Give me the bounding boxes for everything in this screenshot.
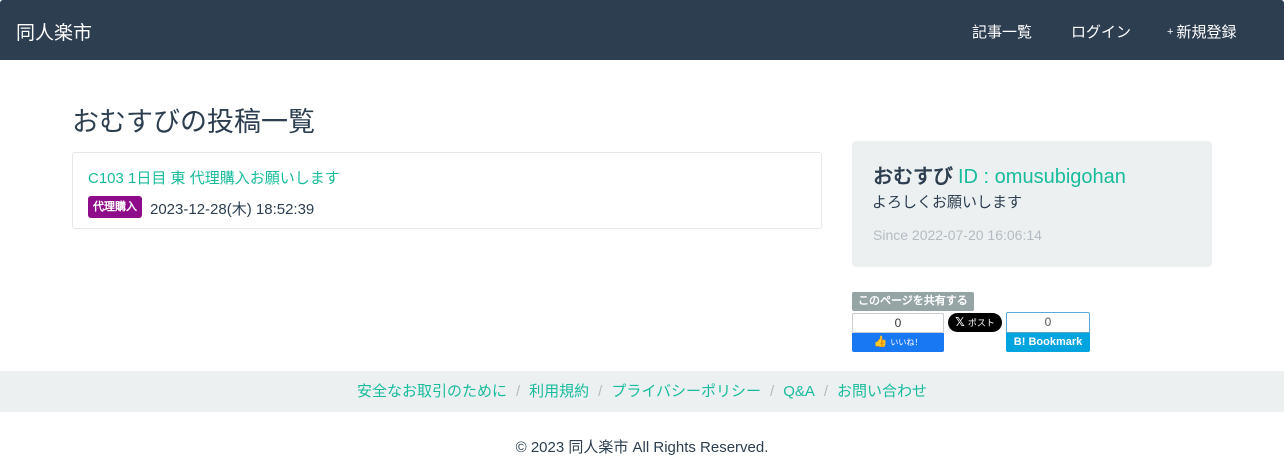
nav-register-label: 新規登録 [1176,24,1237,41]
footer-separator: / [770,383,775,400]
footer-link-terms[interactable]: 利用規約 [529,383,589,400]
footer-separator: / [598,383,603,400]
facebook-like-count: 0 [852,313,944,333]
site-brand-link[interactable]: 同人楽市 [16,18,92,45]
x-post-button[interactable]: 𝕏 ポスト [948,313,1002,332]
footer-separator: / [823,383,829,400]
post-title-link[interactable]: C103 1日目 東 代理購入お願いします [88,167,340,188]
hatena-bookmark-label: Bookmark [1028,336,1083,348]
footer-link-qa[interactable]: Q&A [783,383,815,400]
profile-since-text: Since 2022-07-20 16:06:14 [873,227,1042,243]
footer-separator: / [515,383,521,400]
hatena-logo-icon: B! [1013,336,1026,348]
profile-since: Since 2022-07-20 16:06:14 [872,227,1042,243]
nav-articles-link[interactable]: 記事一覧 [969,21,1032,42]
facebook-like-button[interactable]: 👍 いいね！ [852,333,944,352]
share-label: このページを共有する [852,292,974,311]
plus-icon: + [1167,25,1174,38]
hatena-bookmark-count: 0 [1006,312,1090,333]
post-date: 2023-12-28(木) 18:52:39 [150,201,315,218]
facebook-like-label: いいね！ [890,338,923,347]
footer-links: 安全なお取引のために / 利用規約 / プライバシーポリシー / Q&A / お問い合わせ [0,371,1284,412]
user-profile-panel: おむすび ID : omusubigohan よろしくお願いします Since … [852,141,1212,267]
hatena-bookmark-widget[interactable]: 0 B! Bookmark [1006,312,1090,352]
nav-register-link[interactable]: + 新規登録 [1167,21,1236,42]
copyright-text: © 2023 同人楽市 All Rights Reserved. [515,439,769,456]
nav-login-label: ログイン [1071,24,1132,41]
x-logo-icon: 𝕏 [955,315,965,329]
post-list-item: C103 1日目 東 代理購入お願いします 代理購入 2023-12-28(木)… [72,152,822,229]
nav-articles-label: 記事一覧 [972,24,1033,41]
post-category-badge: 代理購入 [88,196,142,218]
x-post-label: ポスト [967,318,995,328]
profile-bio: よろしくお願いします [872,194,1023,211]
top-navbar: 同人楽市 記事一覧 ログイン + 新規登録 [0,0,1284,60]
footer-link-safe-trade[interactable]: 安全なお取引のために [357,383,507,400]
footer-link-privacy[interactable]: プライバシーポリシー [611,383,761,400]
profile-header: おむすび ID : omusubigohan [872,160,1126,189]
hatena-bookmark-button[interactable]: B! Bookmark [1006,333,1090,352]
page-title: おむすびの投稿一覧 [72,107,315,137]
thumbs-up-icon: 👍 [873,336,888,348]
facebook-like-widget[interactable]: 0 👍 いいね！ [852,313,944,352]
profile-name: おむすび [873,166,953,188]
nav-login-link[interactable]: ログイン [1068,21,1131,42]
footer-link-contact[interactable]: お問い合わせ [837,383,927,400]
profile-id: ID : omusubigohan [958,166,1126,188]
